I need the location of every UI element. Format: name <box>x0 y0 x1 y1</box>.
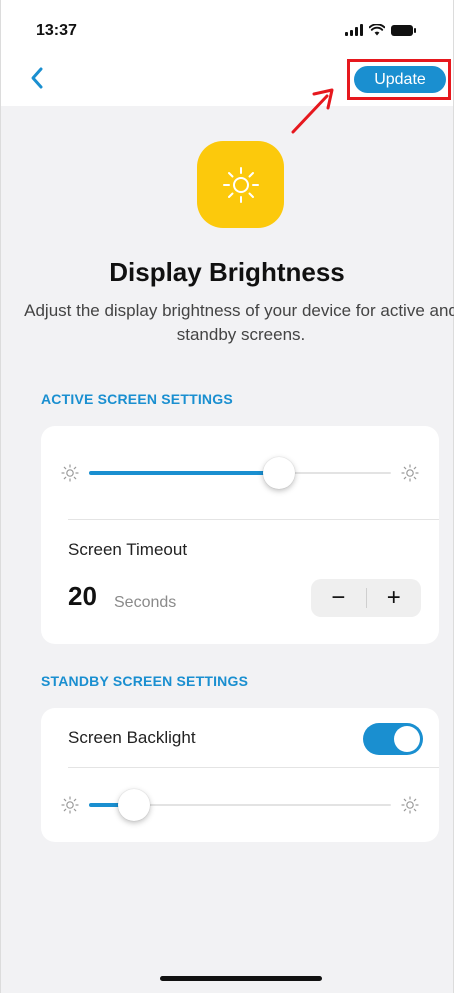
chevron-left-icon <box>31 67 43 89</box>
standby-screen-heading: STANDBY SCREEN SETTINGS <box>41 673 249 689</box>
battery-icon <box>391 24 416 36</box>
timeout-value: 20 <box>68 581 97 611</box>
screen-timeout-label: Screen Timeout <box>68 540 188 559</box>
brightness-low-icon <box>61 796 79 814</box>
standby-screen-card: Screen Backlight <box>41 708 439 842</box>
divider <box>68 767 439 768</box>
update-button[interactable]: Update <box>354 66 446 93</box>
brightness-low-icon <box>61 464 79 482</box>
signal-icon <box>345 24 363 36</box>
brightness-app-icon <box>197 141 284 228</box>
active-screen-card: Screen Timeout 20 Seconds − + <box>41 426 439 644</box>
timeout-unit: Seconds <box>114 594 177 611</box>
active-screen-heading: ACTIVE SCREEN SETTINGS <box>41 391 233 407</box>
sun-icon <box>222 166 259 203</box>
back-button[interactable] <box>27 64 47 92</box>
wifi-icon <box>369 24 385 36</box>
decrement-button[interactable]: − <box>311 579 366 617</box>
brightness-high-icon <box>401 464 419 482</box>
slider-thumb[interactable] <box>263 457 296 489</box>
annotation-arrow-icon <box>291 88 334 134</box>
toggle-knob <box>394 726 420 752</box>
page-description: Adjust the display brightness of your de… <box>24 301 454 344</box>
brightness-high-icon <box>401 796 419 814</box>
slider-thumb[interactable] <box>118 789 151 821</box>
home-indicator[interactable] <box>160 976 322 981</box>
slider-track <box>89 457 391 489</box>
slider-track <box>89 789 391 821</box>
active-brightness-slider[interactable] <box>41 457 439 489</box>
screen-backlight-label: Screen Backlight <box>68 728 196 747</box>
page-title: Display Brightness <box>109 257 345 287</box>
phone-screen: 13:37 Update Display Brightness Adjust t… <box>0 0 454 993</box>
standby-brightness-slider[interactable] <box>41 789 439 821</box>
timeout-stepper: − + <box>311 579 421 617</box>
backlight-toggle[interactable] <box>363 723 423 755</box>
status-icons <box>345 24 416 36</box>
increment-button[interactable]: + <box>367 579 422 617</box>
divider <box>68 519 439 520</box>
slider-fill <box>89 471 280 475</box>
status-time: 13:37 <box>36 22 77 39</box>
